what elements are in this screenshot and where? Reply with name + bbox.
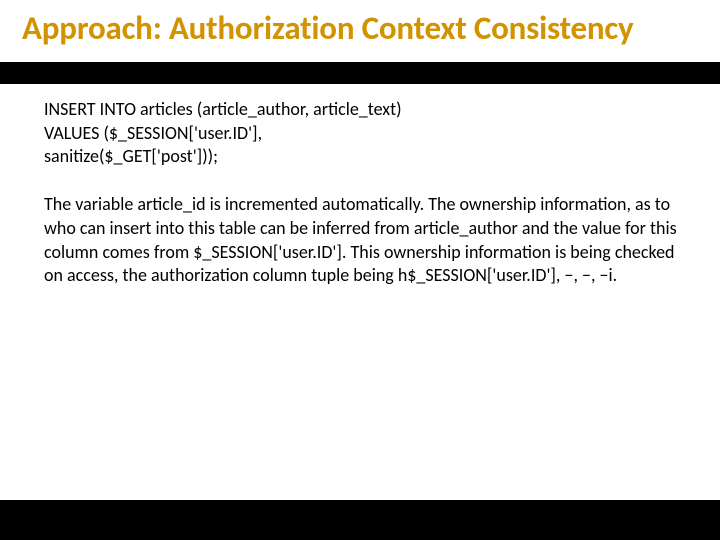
slide-title: Approach: Authorization Context Consiste… bbox=[22, 10, 698, 48]
title-band: Approach: Authorization Context Consiste… bbox=[0, 0, 720, 62]
code-line-1: INSERT INTO articles (article_author, ar… bbox=[44, 98, 402, 120]
body-paragraph: The variable article_id is incremented a… bbox=[44, 193, 678, 288]
slide: Approach: Authorization Context Consiste… bbox=[0, 0, 720, 540]
body-band: INSERT INTO articles (article_author, ar… bbox=[0, 84, 720, 500]
code-block: INSERT INTO articles (article_author, ar… bbox=[44, 98, 678, 169]
code-line-2: VALUES ($_SESSION['user.ID'], bbox=[44, 122, 262, 144]
code-line-3: sanitize($_GET['post'])); bbox=[44, 145, 218, 167]
